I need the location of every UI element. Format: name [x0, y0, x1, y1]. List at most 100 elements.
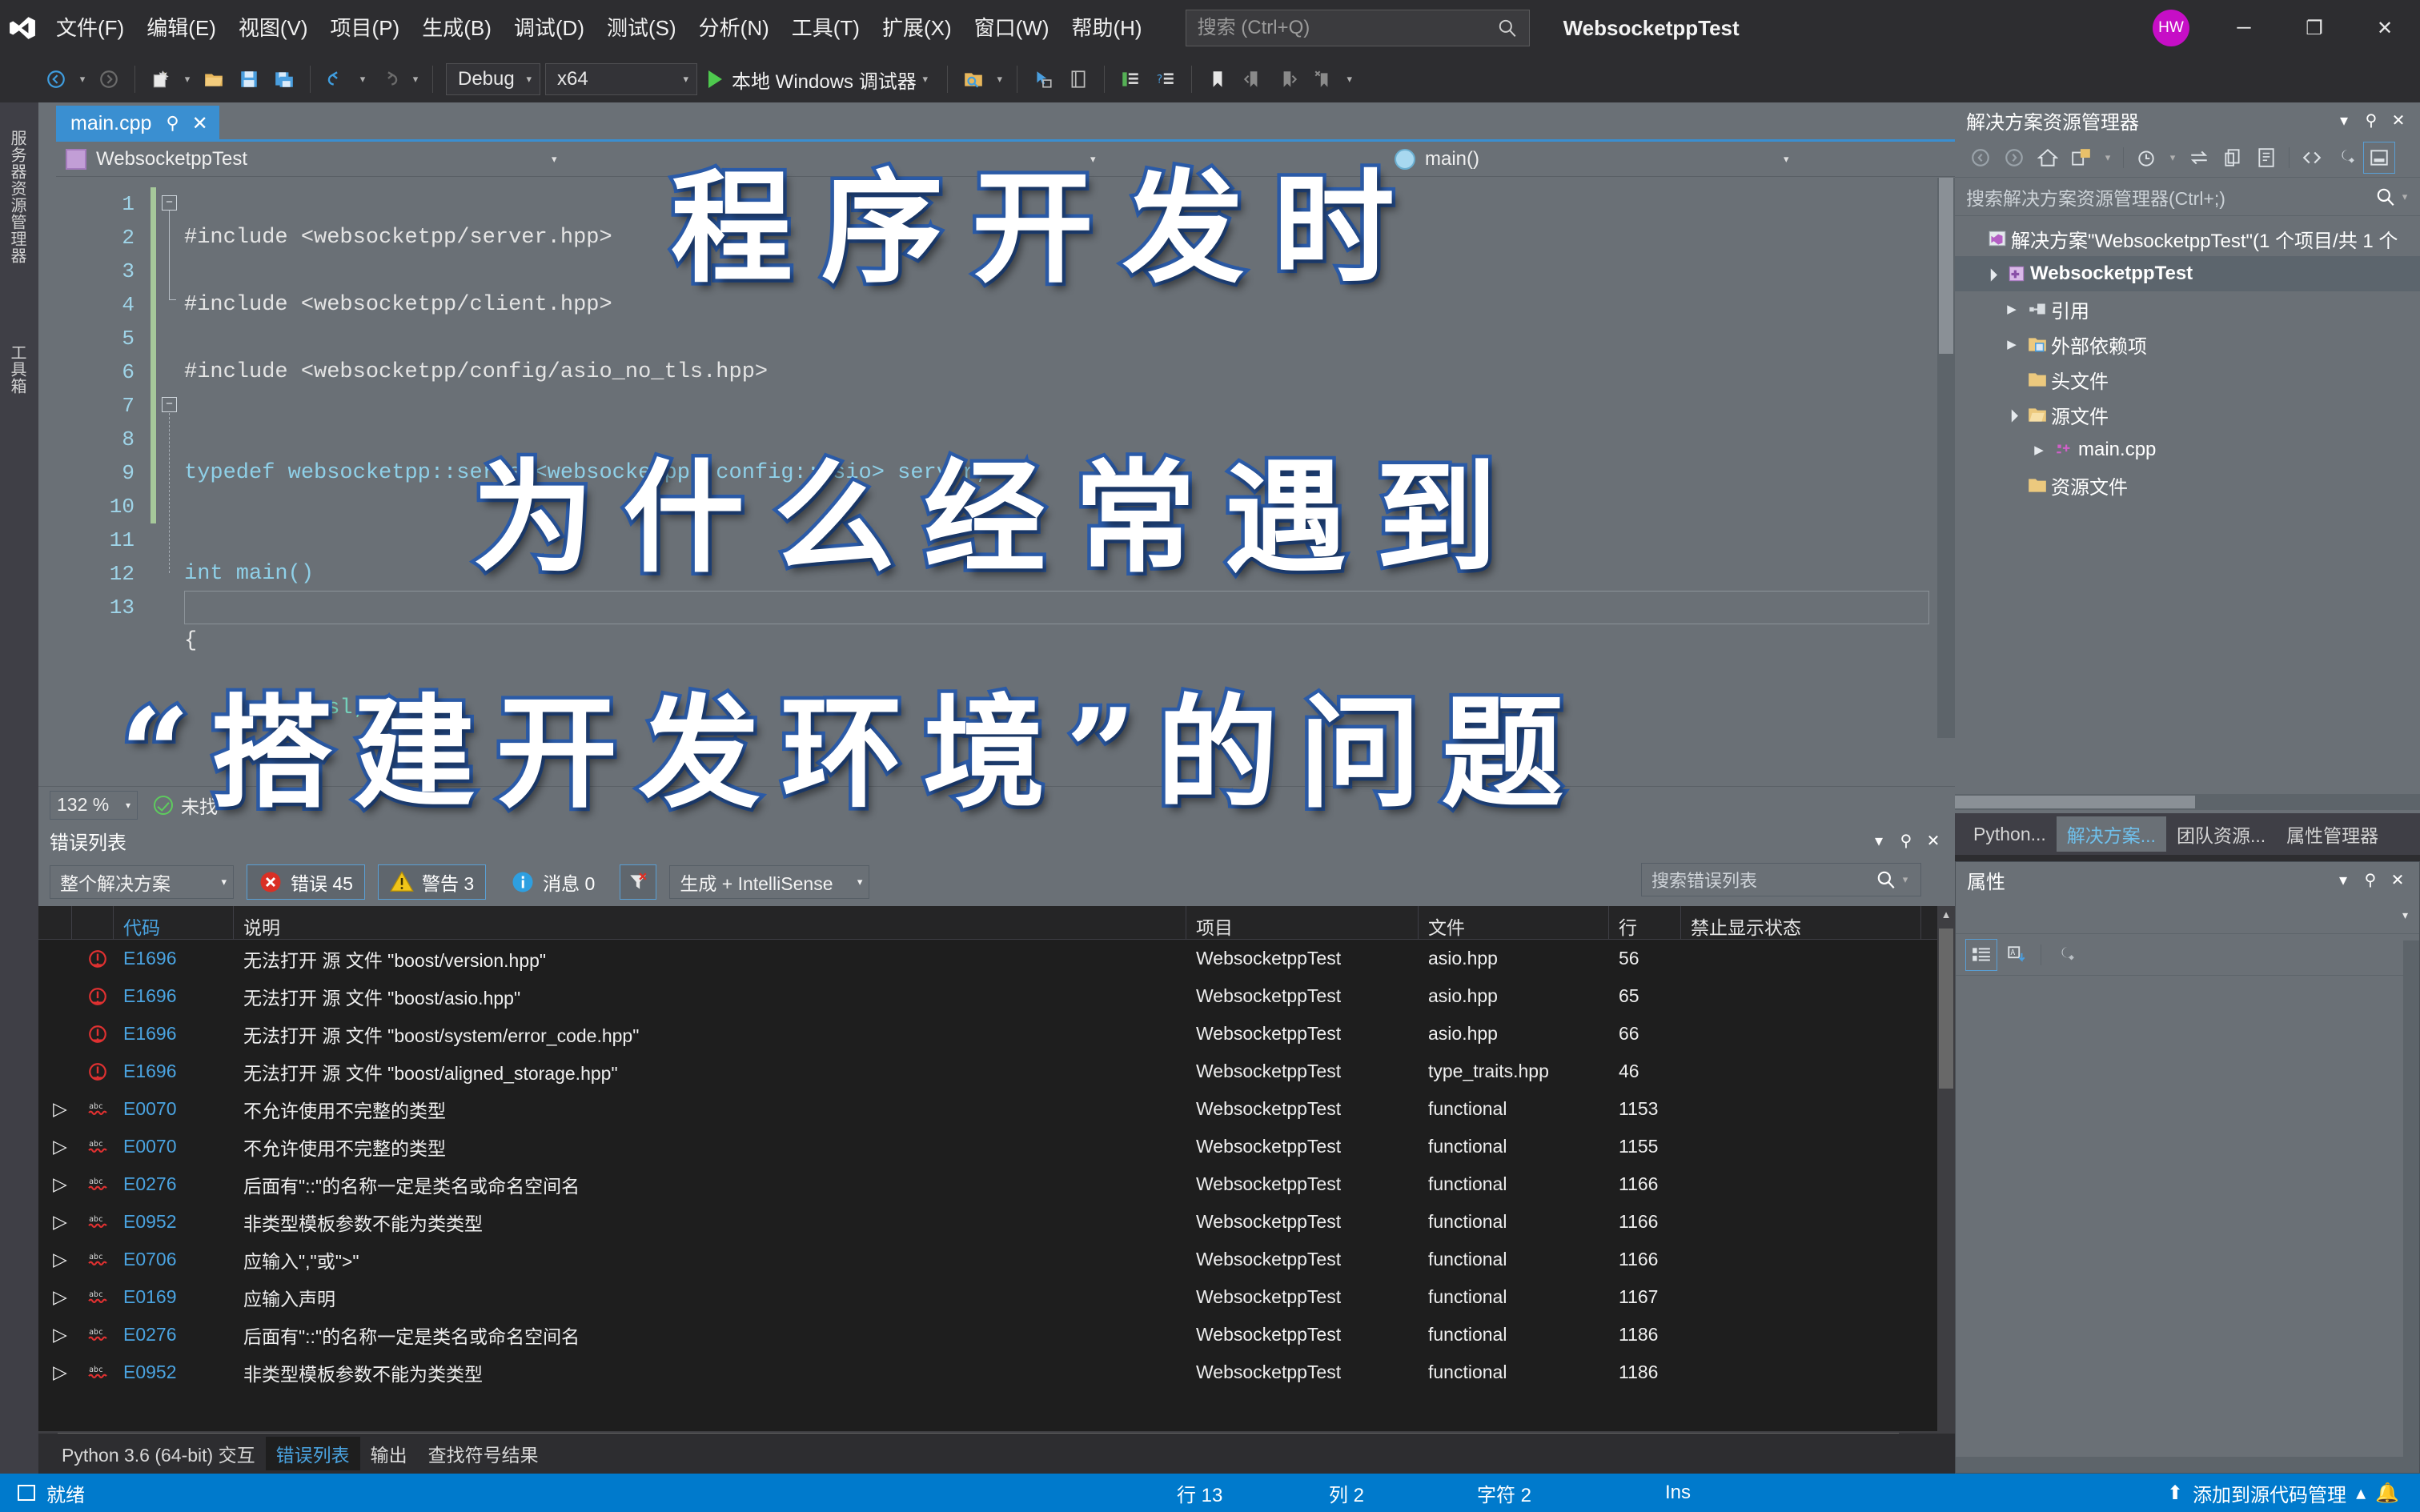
navigate-back-icon[interactable] [38, 62, 74, 97]
table-row[interactable]: ▷ abc E0070 不允许使用不完整的类型 WebsocketppTest funct… [38, 1128, 1955, 1165]
cell-code[interactable]: E1696 [114, 1061, 234, 1082]
chevron-down-icon[interactable]: ▾ [2330, 866, 2357, 893]
clear-bookmarks-icon[interactable] [1306, 62, 1341, 97]
show-all-files-icon[interactable] [2250, 142, 2282, 174]
menu-test[interactable]: 测试(S) [596, 9, 688, 47]
tree-node-resource-files[interactable]: 资源文件 [1955, 467, 2420, 503]
twisty-expanded-icon[interactable] [1979, 267, 2003, 281]
tab-solution-explorer[interactable]: 解决方案... [2056, 816, 2166, 852]
col-description[interactable]: 说明 [234, 906, 1186, 939]
vtab-server-explorer[interactable]: 服务器资源管理器 [5, 120, 34, 274]
menu-file[interactable]: 文件(F) [45, 9, 135, 47]
build-intellisense-combo[interactable]: 生成 + IntelliSense ▾ [669, 865, 870, 899]
property-pages-icon[interactable] [2049, 939, 2081, 971]
cell-code[interactable]: E1696 [114, 1023, 234, 1045]
new-project-icon[interactable] [143, 62, 179, 97]
menu-analyze[interactable]: 分析(N) [688, 9, 781, 47]
editor-vertical-scrollbar[interactable] [1937, 178, 1955, 738]
table-row[interactable]: ▷ abc E0952 非类型模板参数不能为类类型 WebsocketppTest fun… [38, 1203, 1955, 1241]
previous-bookmark-icon[interactable] [1235, 62, 1270, 97]
navbar-scope-dropdown[interactable]: WebsocketppTest ▾ [56, 142, 777, 177]
pin-icon[interactable]: ⚲ [166, 113, 179, 134]
twisty-collapsed-icon[interactable] [2000, 337, 2024, 351]
tab-python-interactive[interactable]: Python 3.6 (64-bit) 交互 [51, 1437, 266, 1470]
minimize-button[interactable]: ─ [2209, 0, 2279, 56]
notifications-icon[interactable]: 🔔 [2375, 1482, 2399, 1505]
forward-icon[interactable] [1998, 142, 2030, 174]
error-scope-combo[interactable]: 整个解决方案 ▾ [50, 865, 234, 899]
row-twisty-icon[interactable]: ▷ [38, 1249, 72, 1270]
chevron-down-icon[interactable]: ▾ [2330, 106, 2358, 134]
pin-icon[interactable]: ⚲ [2358, 106, 2385, 134]
row-twisty-icon[interactable]: ▷ [38, 1098, 72, 1120]
tab-output[interactable]: 输出 [360, 1437, 418, 1470]
tab-property-manager[interactable]: 属性管理器 [2276, 816, 2389, 852]
panel-drag-handle[interactable] [2139, 102, 2330, 138]
search-input[interactable] [1197, 17, 1497, 39]
table-row[interactable]: E1696 无法打开 源 文件 "boost/asio.hpp" Websocket… [38, 977, 1955, 1015]
properties-window-icon[interactable] [1113, 62, 1148, 97]
row-twisty-icon[interactable]: ▷ [38, 1173, 72, 1195]
table-row[interactable]: ▷ abc E0070 不允许使用不完整的类型 WebsocketppTest funct… [38, 1090, 1955, 1128]
error-list-search[interactable]: 搜索错误列表 ▾ [1641, 863, 1921, 896]
view-code-icon[interactable] [2296, 142, 2328, 174]
row-twisty-icon[interactable]: ▷ [38, 1211, 72, 1233]
refresh-icon[interactable] [2217, 142, 2249, 174]
solution-explorer-search[interactable]: 搜索解决方案资源管理器(Ctrl+;) ▾ [1955, 178, 2420, 216]
cell-code[interactable]: E1696 [114, 948, 234, 969]
pending-changes-icon[interactable] [2130, 142, 2162, 174]
table-row[interactable]: E1696 无法打开 源 文件 "boost/version.hpp" Websoc… [38, 940, 1955, 977]
cell-code[interactable]: E0952 [114, 1211, 234, 1233]
new-project-dropdown-icon[interactable]: ▾ [179, 62, 196, 97]
back-dropdown-icon[interactable]: ▾ [74, 62, 91, 97]
properties-icon[interactable] [2330, 142, 2362, 174]
fold-toggle-main[interactable]: − [162, 397, 177, 412]
twisty-expanded-icon[interactable] [2000, 407, 2024, 422]
chevron-up-icon[interactable]: ▴ [2356, 1482, 2366, 1505]
chevron-down-icon[interactable]: ▾ [2164, 140, 2181, 175]
fold-toggle-includes[interactable]: − [162, 195, 177, 211]
zoom-level-combo[interactable]: 132 % ▾ [50, 790, 138, 820]
tab-error-list[interactable]: 错误列表 [265, 1437, 360, 1470]
row-twisty-icon[interactable]: ▷ [38, 1362, 72, 1383]
back-icon[interactable] [1964, 142, 1997, 174]
run-dropdown-icon[interactable]: ▾ [917, 62, 934, 97]
find-in-files-icon[interactable] [956, 62, 991, 97]
switch-views-icon[interactable] [2065, 142, 2097, 174]
search-icon[interactable] [1876, 869, 1896, 890]
table-row[interactable]: E1696 无法打开 源 文件 "boost/system/error_code.… [38, 1015, 1955, 1053]
redo-dropdown-icon[interactable]: ▾ [407, 62, 424, 97]
toolbar-overflow-icon[interactable]: ▾ [1341, 62, 1358, 97]
chevron-down-icon[interactable]: ▾ [1896, 862, 1914, 897]
pin-icon[interactable]: ⚲ [2357, 866, 2384, 893]
properties-object-combo[interactable]: ▾ [1956, 897, 2419, 934]
menu-debug[interactable]: 调试(D) [503, 9, 596, 47]
panel-drag-handle[interactable] [126, 823, 1865, 858]
chevron-down-icon[interactable]: ▾ [2099, 140, 2117, 175]
menu-edit[interactable]: 编辑(E) [135, 9, 227, 47]
table-row[interactable]: ▷ abc E0276 后面有"::"的名称一定是类名或命名空间名 Websocketp… [38, 1316, 1955, 1354]
bookmark-icon[interactable] [1200, 62, 1235, 97]
categorized-view-icon[interactable] [1965, 938, 1997, 971]
pin-icon[interactable]: ⚲ [1892, 827, 1920, 854]
close-icon[interactable]: ✕ [2385, 106, 2412, 134]
menu-window[interactable]: 窗口(W) [963, 9, 1061, 47]
close-icon[interactable]: ✕ [192, 112, 208, 135]
chevron-down-icon[interactable]: ▾ [1865, 827, 1892, 854]
table-row[interactable]: ▷ abc E0952 非类型模板参数不能为类类型 WebsocketppTest fun… [38, 1354, 1955, 1391]
solution-platform-combo[interactable]: x64 ▾ [545, 63, 697, 95]
menu-build[interactable]: 生成(B) [411, 9, 503, 47]
cell-code[interactable]: E0952 [114, 1362, 234, 1383]
col-code[interactable]: 代码 [114, 906, 234, 939]
undo-icon[interactable] [319, 62, 354, 97]
close-icon[interactable]: ✕ [2384, 866, 2411, 893]
scrollbar-thumb[interactable] [1939, 178, 1953, 354]
restore-button[interactable]: ❐ [2279, 0, 2350, 56]
sync-with-active-document-icon[interactable] [2183, 142, 2215, 174]
tree-node-references[interactable]: 引用 [1955, 291, 2420, 327]
search-icon[interactable] [2375, 186, 2396, 207]
pointer-select-icon[interactable] [1025, 62, 1061, 97]
properties-horizontal-scrollbar[interactable] [1956, 1457, 2419, 1473]
scrollbar-thumb[interactable] [1955, 796, 2195, 808]
solution-configuration-combo[interactable]: Debug ▾ [446, 63, 540, 95]
